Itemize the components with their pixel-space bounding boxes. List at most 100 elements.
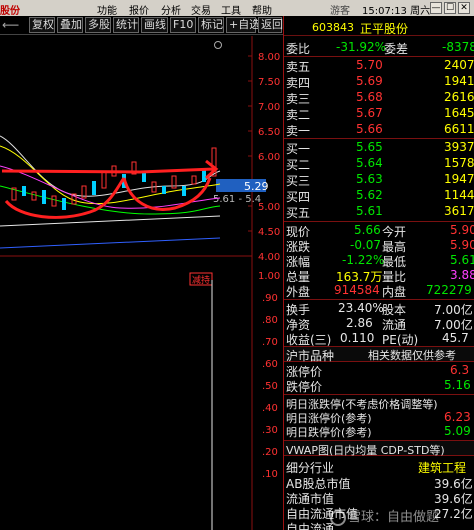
stat-row: 涨幅 -1.22% 最低 5.61 (284, 253, 474, 269)
price-tick: 8.00 (258, 52, 280, 63)
f10-button[interactable]: F10 (170, 17, 196, 33)
high-price: 5.90 (450, 238, 474, 252)
price-tick: 4.50 (258, 227, 280, 238)
bid-volume: 1144 (444, 188, 474, 202)
menu-item-analysis[interactable]: 分析 (161, 2, 181, 17)
close-button[interactable]: ✕ (458, 2, 470, 14)
ask-row[interactable]: 卖三 5.68 2616 (284, 90, 474, 106)
turnover-rate: 23.40% (338, 301, 384, 315)
watermark-text: 雪球：自由做题 (348, 510, 440, 525)
quote-panel: 603843 正平股份 委比 -31.92% 委差 -8378 卖五 5.70 … (283, 16, 474, 530)
weicha-label: 委差 (384, 42, 409, 56)
settings-icon (214, 41, 222, 49)
limit-up-value: 6.3 (450, 363, 470, 377)
weibi-label: 委比 (286, 42, 311, 56)
limit-row: 跌停价 5.16 (284, 378, 474, 394)
price-tick: 7.00 (258, 102, 280, 113)
menu-item-trade[interactable]: 交易 (191, 2, 211, 17)
ask-row[interactable]: 卖一 5.66 6611 (284, 122, 474, 138)
current-price: 5.66 (354, 223, 381, 237)
vwap-title: VWAP图(日内均量 CDP-STD等) (286, 444, 445, 457)
low-price: 5.61 (450, 253, 474, 267)
next-day-row: 明日涨停价(参考) 6.23 (284, 410, 474, 425)
candle (42, 190, 46, 204)
ask-row[interactable]: 卖四 5.69 1941 (284, 74, 474, 90)
overlay-button[interactable]: 叠加 (57, 17, 83, 33)
volume-tick: .80 (262, 315, 278, 326)
stop-label: 5.61 - 5.4 (213, 194, 261, 205)
menu-item-quote[interactable]: 报价 (129, 2, 149, 17)
industry-value[interactable]: 建筑工程 (418, 459, 466, 476)
stat-row: 收益(三) 0.110 PE(动) 45.7 (284, 331, 474, 347)
menu-item-tools[interactable]: 工具 (221, 2, 241, 17)
annotation-right-curve (122, 177, 212, 211)
ask-price: 5.69 (356, 74, 383, 88)
maximize-button[interactable]: ☐ (444, 2, 456, 14)
bid-row[interactable]: 买三 5.63 1947 (284, 172, 474, 188)
outer-volume: 914584 (334, 283, 380, 297)
multi-stock-button[interactable]: 多股 (85, 17, 111, 33)
bid-label: 买二 (286, 158, 311, 172)
stat-row: 总量 163.7万 量比 3.88 (284, 268, 474, 284)
ask-volume: 6611 (444, 122, 474, 136)
candle (142, 172, 146, 182)
price-tick: 4.00 (258, 252, 280, 263)
weibi-value: -31.92% (336, 40, 387, 54)
bid-row[interactable]: 买五 5.61 3617 (284, 204, 474, 220)
price-tick: 5.00 (258, 202, 280, 213)
event-tag: 减持 (192, 274, 210, 286)
ask-price: 5.70 (356, 58, 383, 72)
inner-volume: 722279 (426, 283, 472, 297)
ask-volume: 1941 (444, 74, 474, 88)
ma120-line (0, 237, 221, 249)
vwap-section-bar[interactable]: VWAP图(日内均量 CDP-STD等) (284, 440, 474, 457)
ask-price: 5.67 (356, 106, 383, 120)
bid-volume: 3617 (444, 204, 474, 218)
ask-row[interactable]: 卖二 5.67 1645 (284, 106, 474, 122)
menu-item-function[interactable]: 功能 (97, 2, 117, 17)
candle (22, 186, 26, 196)
volume-ratio: 3.88 (450, 268, 474, 282)
bid-volume: 1947 (444, 172, 474, 186)
app-title: 股份 (0, 6, 20, 17)
volume-tick: .70 (262, 337, 278, 348)
mark-button[interactable]: 标记 (198, 17, 224, 33)
bid-price: 5.61 (356, 204, 383, 218)
minimize-button[interactable]: — (430, 2, 442, 14)
open-price: 5.90 (450, 223, 474, 237)
ask-label: 卖三 (286, 92, 311, 106)
back-arrow-icon[interactable]: ⟵ (2, 18, 19, 32)
ask-volume: 2616 (444, 90, 474, 104)
next-limit-down-value: 5.09 (444, 424, 471, 438)
statistics-button[interactable]: 统计 (113, 17, 139, 33)
market-section-bar[interactable]: 沪市品种 相关数据仅供参考 (284, 346, 474, 363)
candle (182, 186, 186, 196)
bid-volume: 1578 (444, 156, 474, 170)
volume-tick: .10 (262, 469, 278, 480)
bid-price: 5.65 (356, 140, 383, 154)
add-watchlist-button[interactable]: +自选 (226, 17, 260, 33)
eps: 0.110 (340, 331, 375, 345)
ask-row[interactable]: 卖五 5.70 2407 (284, 58, 474, 74)
snowball-logo-icon (330, 509, 346, 526)
watermark: 雪球：自由做题 (330, 506, 474, 526)
fuquan-button[interactable]: 复权 (29, 17, 55, 33)
stat-row: 净资 2.86 流通 7.00亿 (284, 316, 474, 332)
bid-row[interactable]: 买一 5.65 3937 (284, 140, 474, 156)
bid-label: 买一 (286, 142, 311, 156)
menu-item-help[interactable]: 帮助 (252, 2, 272, 17)
industry-row: 细分行业 建筑工程 (284, 459, 474, 476)
draw-line-button[interactable]: 画线 (141, 17, 168, 33)
candle (162, 186, 166, 194)
ask-label: 卖二 (286, 108, 311, 122)
return-button[interactable]: 返回 (258, 17, 283, 33)
bid-row[interactable]: 买二 5.64 1578 (284, 156, 474, 172)
kline-chart[interactable]: 8.00 7.50 7.00 6.50 6.00 5.00 4.50 4.00 … (0, 36, 283, 530)
bid-label: 买四 (286, 190, 311, 204)
price-tick: 6.50 (258, 127, 280, 138)
stock-code: 603843 (312, 21, 354, 34)
chart-toolbar: ⟵ 复权 叠加 多股 统计 画线 F10 标记 +自选 返回 (0, 16, 283, 35)
volume-tick: .50 (262, 381, 278, 392)
bid-volume: 3937 (444, 140, 474, 154)
bid-row[interactable]: 买四 5.62 1144 (284, 188, 474, 204)
